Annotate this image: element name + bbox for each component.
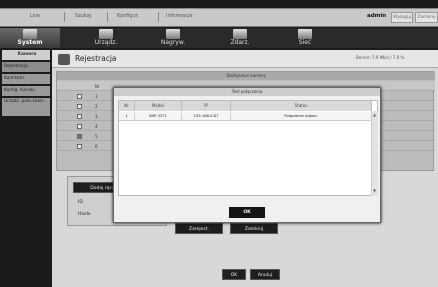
logout-button[interactable]: Wyloguj xyxy=(391,12,413,23)
scrollbar[interactable]: ▲ ▼ xyxy=(371,111,378,196)
sidebar-item-camera-config[interactable]: Konf.kam. xyxy=(2,74,50,84)
tab-event[interactable]: Zdarz. xyxy=(212,28,268,48)
tab-label: Urządz. xyxy=(94,39,118,46)
menu-szukaj[interactable]: Szukaj xyxy=(75,13,91,19)
record-icon xyxy=(166,29,180,39)
sidebar-item-channel-config[interactable]: Konfig. Kanału xyxy=(2,86,50,96)
column-header-model: Model xyxy=(135,101,182,111)
menu-konfigur[interactable]: Konfigur. xyxy=(117,13,139,19)
sidebar-item-registration[interactable]: Rejestracja xyxy=(2,62,50,72)
column-no: Nr xyxy=(95,84,100,89)
dialog-title: Test połączenia xyxy=(114,88,380,96)
ok-button[interactable]: OK xyxy=(222,269,246,280)
camera-icon xyxy=(99,29,113,39)
cell-model: SNP-3371 xyxy=(135,113,182,120)
menu-separator xyxy=(107,12,108,22)
monitor-icon xyxy=(23,29,37,39)
tab-record[interactable]: Nagryw. xyxy=(145,28,201,48)
cell-status: Połączenie udane. xyxy=(231,113,372,120)
scroll-up-icon[interactable]: ▲ xyxy=(373,112,376,117)
cell-no: 1 xyxy=(119,113,135,120)
exit-button[interactable]: Zamknij xyxy=(415,12,438,23)
page-title: Rejestracja xyxy=(75,54,117,63)
top-menu-bar: Live Szukaj Konfigur. Informacje admin W… xyxy=(0,8,438,27)
menu-informacje[interactable]: Informacje xyxy=(166,13,193,19)
id-label: ID xyxy=(78,200,83,205)
event-icon xyxy=(233,29,247,39)
row-number: 2 xyxy=(95,104,98,109)
user-name: admin xyxy=(367,13,387,19)
menu-live[interactable]: Live xyxy=(30,13,40,19)
bitrate-info: Berner: 7.9 Mb/s / 7.9 % xyxy=(356,55,405,60)
tab-label: Zdarz. xyxy=(230,39,250,46)
row-number: 6 xyxy=(95,144,98,149)
registration-icon xyxy=(58,54,70,65)
close-button[interactable]: Zamknij xyxy=(230,223,278,234)
cell-ip: 192.168.0.87 xyxy=(182,113,231,120)
tab-label: Nagryw. xyxy=(160,39,186,46)
page-header: Rejestracja Berner: 7.9 Mb/s / 7.9 % xyxy=(52,50,438,68)
row-checkbox[interactable] xyxy=(77,134,82,139)
tab-label: Sieć xyxy=(298,39,312,46)
connection-table: Nr Model IP Status 1 SNP-3371 192.168.0.… xyxy=(118,100,378,196)
sidebar-item-storage[interactable]: Urządz. pam.zewn. xyxy=(2,98,50,116)
tab-system[interactable]: System xyxy=(0,28,60,48)
sidebar-title: Kamera xyxy=(2,50,50,60)
row-number: 4 xyxy=(95,124,98,129)
tab-device[interactable]: Urządz. xyxy=(78,28,134,48)
password-label: Hasło xyxy=(78,212,91,217)
row-checkbox[interactable] xyxy=(77,94,82,99)
sidebar: Kamera Rejestracja Konf.kam. Konfig. Kan… xyxy=(0,50,52,120)
register-button[interactable]: Zarejest. xyxy=(175,223,223,234)
cancel-button[interactable]: Anuluj xyxy=(250,269,280,280)
tab-network[interactable]: Sieć xyxy=(277,28,333,48)
network-icon xyxy=(298,29,312,39)
dialog-ok-button[interactable]: OK xyxy=(229,207,265,218)
row-number: 1 xyxy=(95,94,98,99)
menu-separator xyxy=(158,12,159,22)
row-checkbox[interactable] xyxy=(77,124,82,129)
row-checkbox[interactable] xyxy=(77,114,82,119)
main-nav: System Urządz. Nagryw. Zdarz. Sieć xyxy=(0,28,438,48)
column-header-status: Status xyxy=(231,101,372,111)
menu-separator xyxy=(64,12,65,22)
row-number: 3 xyxy=(95,114,98,119)
column-header-ip: IP xyxy=(182,101,231,111)
app-window: Live Szukaj Konfigur. Informacje admin W… xyxy=(0,0,438,287)
column-header-no: Nr xyxy=(119,101,135,111)
connection-test-dialog: Test połączenia Nr Model IP Status 1 SNP… xyxy=(113,87,381,223)
tab-label: System xyxy=(17,39,43,46)
scroll-down-icon[interactable]: ▼ xyxy=(373,188,376,193)
row-number: 5 xyxy=(95,134,98,139)
grid-header: Dodaj/usuń kamerę xyxy=(57,72,435,80)
row-checkbox[interactable] xyxy=(77,104,82,109)
row-checkbox[interactable] xyxy=(77,144,82,149)
